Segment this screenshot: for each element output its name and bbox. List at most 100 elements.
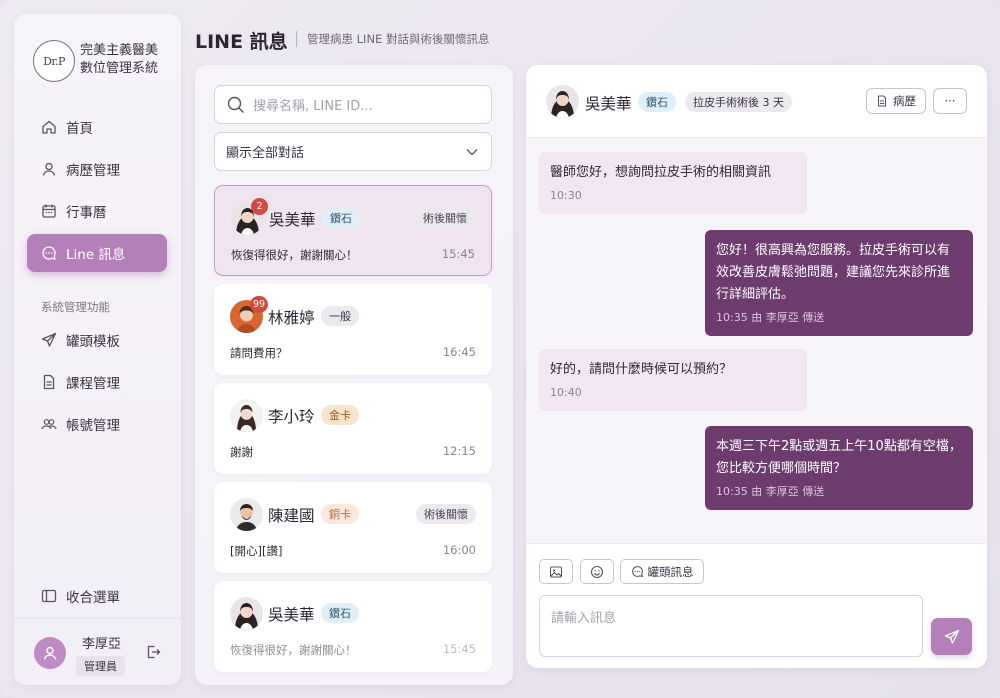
document-icon (877, 95, 887, 107)
brand-line-1: 完美主義醫美 (80, 43, 159, 58)
tier-badge: 鑽石 (638, 92, 676, 112)
canned-message-button[interactable]: 罐頭訊息 (620, 559, 704, 584)
treatment-status-tag: 拉皮手術術後 3 天 (685, 92, 792, 112)
conversation-item[interactable]: 2 吳美華 鑽石 術後關懷 恢復得很好，謝謝關心！ 15:45 (214, 185, 492, 276)
conversation-item[interactable]: 99 林雅婷 一般 請問費用？ 16:45 (214, 284, 492, 375)
search-icon (227, 96, 244, 113)
image-icon (549, 565, 563, 578)
message-time: 16:00 (442, 543, 476, 557)
conversation-item[interactable]: 李小玲 金卡 謝謝 12:15 (214, 383, 492, 474)
contact-name: 吳美華 (269, 211, 316, 229)
avatar (230, 399, 263, 432)
chat-icon (41, 245, 57, 261)
more-icon: ··· (944, 94, 956, 108)
document-icon (41, 374, 57, 390)
sidebar-collapse-icon (41, 588, 57, 604)
message-input[interactable]: 請輸入訊息 (539, 595, 923, 657)
avatar (546, 85, 579, 118)
user-profile: 李厚亞 管理員 (14, 618, 181, 685)
chat-panel: 吳美華 鑽石 拉皮手術術後 3 天 病歷 ··· 醫師您好，想詢問拉皮手術的相關… (526, 65, 987, 668)
avatar[interactable] (34, 637, 66, 669)
sidebar-item-label: 課程管理 (66, 376, 120, 392)
logo-text: Dr.P (43, 54, 65, 68)
message-text: 好的，請問什麼時候可以預約？ (550, 362, 733, 377)
page-title: LINE 訊息 (195, 31, 288, 53)
message-text: 醫師您好，想詢問拉皮手術的相關資訊 (550, 165, 772, 180)
sidebar-item-courses[interactable]: 課程管理 (27, 363, 167, 401)
incoming-message: 醫師您好，想詢問拉皮手術的相關資訊 10:30 (539, 152, 807, 214)
calendar-icon (41, 203, 57, 219)
sidebar-item-templates[interactable]: 罐頭模板 (27, 321, 167, 359)
message-time: 15:45 (441, 247, 475, 261)
smile-icon (590, 565, 604, 578)
emoji-button[interactable] (580, 559, 614, 584)
sidebar-item-line-messages[interactable]: Line 訊息 (27, 234, 167, 272)
chat-contact-name: 吳美華 (585, 95, 632, 113)
last-message: 請問費用？ (230, 346, 288, 360)
medical-record-button[interactable]: 病歷 (866, 88, 926, 114)
conversation-filter-select[interactable]: 顯示全部對話 (214, 132, 492, 171)
conversation-item[interactable]: 吳美華 鑽石 恢復得很好，謝謝關心！ 15:45 (214, 581, 492, 672)
message-meta: 10:30 (550, 189, 582, 202)
sidebar-item-calendar[interactable]: 行事曆 (27, 192, 167, 230)
title-divider (296, 31, 297, 47)
composer: 罐頭訊息 請輸入訊息 (526, 543, 987, 668)
search-input[interactable]: 搜尋名稱, LINE ID... (214, 85, 492, 124)
users-icon (41, 416, 57, 432)
send-button[interactable] (931, 618, 972, 655)
tier-badge: 鑽石 (322, 208, 360, 228)
page-subtitle: 管理病患 LINE 對話與術後關懷訊息 (307, 32, 490, 46)
message-text: 本週三下午2點或週五上午10點都有空檔，您比較方便哪個時間？ (716, 439, 962, 476)
message-meta: 10:35 由 李厚亞 傳送 (716, 311, 825, 324)
contact-name: 吳美華 (268, 606, 315, 624)
more-options-button[interactable]: ··· (933, 88, 967, 114)
sidebar-item-label: 帳號管理 (66, 418, 120, 434)
nav-group-label: 系統管理功能 (41, 300, 110, 314)
sidebar-item-label: Line 訊息 (66, 247, 126, 263)
brand-line-2: 數位管理系統 (80, 61, 159, 76)
image-upload-button[interactable] (539, 559, 573, 584)
avatar (230, 498, 263, 531)
unread-count-badge: 2 (251, 198, 268, 215)
logout-icon[interactable] (145, 644, 161, 664)
outgoing-message: 您好！很高興為您服務。拉皮手術可以有效改善皮膚鬆弛問題，建議您先來診所進行詳細評… (705, 230, 973, 336)
sidebar-item-label: 病歷管理 (66, 163, 120, 179)
sidebar-item-home[interactable]: 首頁 (27, 108, 167, 146)
sidebar-item-records[interactable]: 病歷管理 (27, 150, 167, 188)
message-input-placeholder: 請輸入訊息 (551, 611, 617, 626)
user-icon (41, 161, 57, 177)
send-icon (41, 332, 57, 348)
conversation-item[interactable]: 陳建國 銅卡 術後關懷 [開心][讚] 16:00 (214, 482, 492, 573)
contact-name: 李小玲 (268, 408, 315, 426)
brand-name: 完美主義醫美 數位管理系統 (80, 42, 158, 78)
last-message: 謝謝 (230, 445, 253, 459)
user-role-badge: 管理員 (76, 656, 125, 676)
message-time: 16:45 (442, 345, 476, 359)
app-window: Dr.P 完美主義醫美 數位管理系統 首頁 病歷管理 行事曆 Line 訊息 系… (0, 0, 1000, 698)
brand-logo: Dr.P (33, 40, 75, 82)
send-icon (944, 629, 959, 644)
message-text: 您好！很高興為您服務。拉皮手術可以有效改善皮膚鬆弛問題，建議您先來診所進行詳細評… (716, 243, 951, 302)
chevron-down-icon (466, 149, 478, 156)
medical-record-label: 病歷 (893, 94, 916, 108)
unread-count-badge: 99 (250, 296, 269, 313)
collapse-menu-button[interactable]: 收合選單 (27, 577, 167, 615)
sidebar-item-accounts[interactable]: 帳號管理 (27, 405, 167, 443)
sidebar-item-label: 行事曆 (66, 205, 107, 221)
last-message: 恢復得很好，謝謝關心！ (231, 248, 358, 262)
tier-badge: 銅卡 (321, 504, 359, 524)
message-time: 12:15 (442, 444, 476, 458)
user-name: 李厚亞 (82, 637, 122, 652)
message-time: 15:45 (442, 642, 476, 656)
sidebar-item-label: 首頁 (66, 121, 93, 137)
contact-name: 陳建國 (268, 507, 315, 525)
last-message: 恢復得很好，謝謝關心！ (230, 643, 357, 657)
category-tag: 術後關懷 (415, 208, 475, 228)
last-message: [開心][讚] (230, 544, 283, 558)
home-icon (41, 119, 57, 135)
chat-header: 吳美華 鑽石 拉皮手術術後 3 天 病歷 ··· (526, 65, 987, 138)
chat-icon (631, 566, 643, 578)
message-meta: 10:35 由 李厚亞 傳送 (716, 485, 825, 498)
avatar (230, 597, 263, 630)
user-avatar-icon (43, 646, 57, 660)
